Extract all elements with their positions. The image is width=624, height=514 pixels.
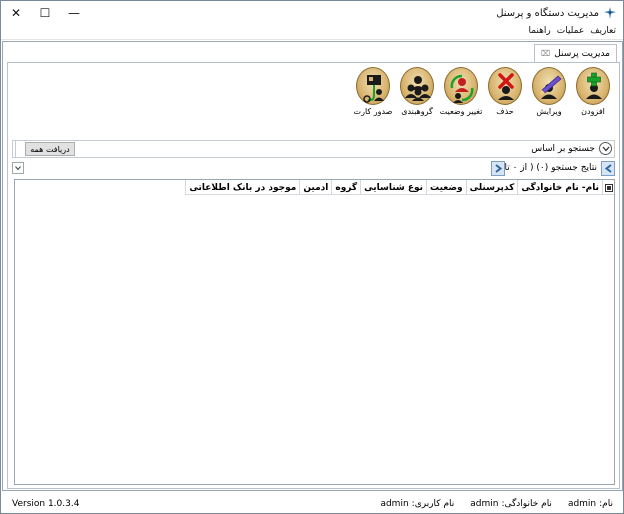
column-full-name[interactable]: نام- نام خانوادگی: [517, 180, 602, 195]
personnel-grid[interactable]: نام- نام خانوادگی کدپرسنلی وضعیت نوع شنا…: [14, 179, 615, 485]
menu-bar: تعاریف عملیات راهنما: [1, 25, 623, 40]
menu-help[interactable]: راهنما: [525, 25, 553, 39]
fetch-all-button[interactable]: دریافت همه: [25, 142, 75, 156]
title-bar: ✕ ☐ — مدیریت دستگاه و پرسنل: [1, 1, 623, 25]
person-delete-icon: [488, 67, 522, 105]
status-value: admin: [380, 499, 409, 509]
select-all-checkbox[interactable]: [602, 180, 614, 195]
version-label: Version 1.0.3.4: [12, 499, 80, 509]
title-wrap: مدیریت دستگاه و پرسنل: [496, 6, 617, 20]
minimize-window-button[interactable]: —: [59, 1, 89, 25]
status-value: admin: [567, 499, 597, 509]
personnel-panel: افزودن ویرایش حذف تغییر وضعیت گروهبندی ص…: [7, 62, 620, 489]
main-window: ✕ ☐ — مدیریت دستگاه و پرسنل تعاریف عملیا…: [0, 0, 624, 514]
checkbox-icon: [604, 183, 613, 192]
status-last-name: نام خانوادگی: admin: [470, 499, 552, 509]
tab-personnel-management[interactable]: مدیریت پرسنل ⌧: [534, 44, 617, 62]
column-status[interactable]: وضعیت: [426, 180, 466, 195]
card-issue-icon: [356, 67, 390, 105]
document-area: مدیریت پرسنل ⌧ افزودن ویرایش حذف تغییر و…: [2, 41, 623, 491]
edit-button[interactable]: ویرایش: [529, 67, 569, 116]
previous-page-button[interactable]: [601, 161, 615, 176]
page-size-dropdown[interactable]: [12, 162, 24, 174]
group-icon: [400, 67, 434, 105]
edit-label: ویرایش: [536, 107, 562, 116]
status-label: نام:: [599, 499, 613, 509]
column-admin[interactable]: ادمین: [299, 180, 331, 195]
change-status-button[interactable]: تغییر وضعیت: [439, 67, 483, 116]
column-group[interactable]: گروه: [331, 180, 360, 195]
maximize-window-button[interactable]: ☐: [30, 1, 60, 25]
status-label: نام کاربری:: [411, 499, 455, 509]
status-value: admin: [470, 499, 499, 509]
results-navigation: نتایج جستجو (۰) ( از ۰ تا ۰ ): [12, 161, 615, 177]
column-identification-type[interactable]: نوع شناسایی: [360, 180, 426, 195]
search-bar: جستجو بر اساس دریافت همه: [12, 140, 615, 158]
menu-definitions[interactable]: تعاریف: [587, 25, 619, 39]
status-label: نام خانوادگی:: [501, 499, 552, 509]
grid-header: نام- نام خانوادگی کدپرسنلی وضعیت نوع شنا…: [185, 180, 614, 195]
menu-operations[interactable]: عملیات: [554, 25, 587, 39]
search-label: جستجو بر اساس: [531, 144, 595, 154]
app-icon: [603, 6, 617, 20]
add-label: افزودن: [581, 107, 605, 116]
person-status-icon: [444, 67, 478, 105]
issue-card-label: صدور کارت: [353, 107, 393, 116]
grouping-button[interactable]: گروهبندی: [397, 67, 437, 116]
column-personnel-code[interactable]: کدپرسنلی: [465, 180, 518, 195]
person-add-icon: [576, 67, 610, 105]
search-left-edge: [13, 141, 16, 157]
results-summary: نتایج جستجو (۰) ( از ۰ تا ۰ ): [490, 163, 597, 173]
add-button[interactable]: افزودن: [573, 67, 613, 116]
grouping-label: گروهبندی: [401, 107, 433, 116]
status-bar: Version 1.0.3.4 نام: admin نام خانوادگی:…: [1, 491, 623, 513]
delete-label: حذف: [496, 107, 514, 116]
search-expand-chevron-icon[interactable]: [599, 142, 612, 155]
change-status-label: تغییر وضعیت: [439, 107, 483, 116]
close-window-button[interactable]: ✕: [1, 1, 31, 25]
next-page-button[interactable]: [491, 161, 505, 176]
user-info: نام: admin نام خانوادگی: admin نام کاربر…: [380, 499, 613, 509]
window-title: مدیریت دستگاه و پرسنل: [496, 7, 599, 19]
status-first-name: نام: admin: [568, 499, 613, 509]
toolbar: افزودن ویرایش حذف تغییر وضعیت گروهبندی ص…: [353, 67, 613, 116]
person-edit-icon: [532, 67, 566, 105]
status-username: نام کاربری: admin: [380, 499, 454, 509]
issue-card-button[interactable]: صدور کارت: [353, 67, 393, 116]
tab-close-icon[interactable]: ⌧: [541, 49, 550, 58]
column-in-database[interactable]: موجود در بانک اطلاعاتی: [185, 180, 299, 195]
tab-label: مدیریت پرسنل: [554, 48, 610, 59]
delete-button[interactable]: حذف: [485, 67, 525, 116]
